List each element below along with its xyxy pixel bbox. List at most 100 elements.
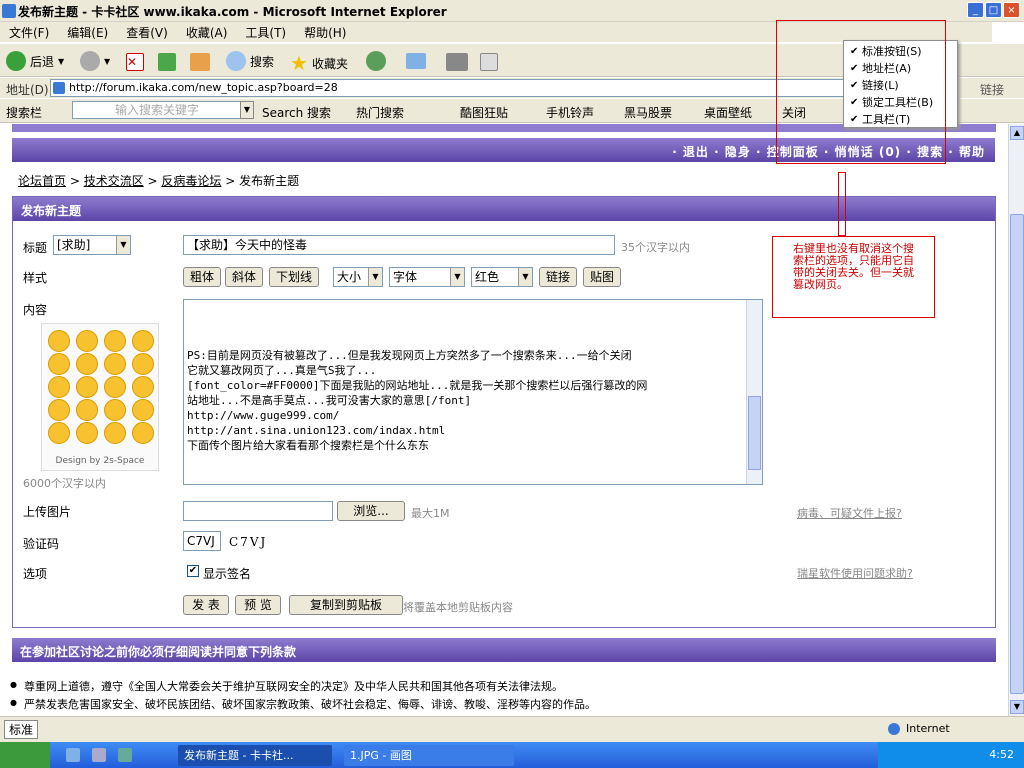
title-input[interactable]: 【求助】今天中的怪毒: [183, 235, 615, 255]
searchbar-dropdown-icon[interactable]: ▼: [240, 101, 254, 119]
ime-indicator[interactable]: 标准: [4, 720, 39, 739]
image-button[interactable]: 贴图: [583, 267, 621, 287]
title-label: 标题: [23, 241, 48, 255]
breadcrumb-antivirus[interactable]: 反病毒论坛: [161, 174, 221, 188]
quicklaunch-icon[interactable]: [92, 748, 106, 762]
emoticon-icon[interactable]: [104, 376, 126, 398]
chevron-down-icon: ▼: [518, 268, 532, 286]
title-prefix-select[interactable]: [求助] ▼: [53, 235, 131, 255]
searchbar-wallpaper[interactable]: 桌面壁纸: [704, 104, 752, 121]
emoticon-icon[interactable]: [132, 422, 154, 444]
textarea-scroll-thumb[interactable]: [748, 396, 761, 470]
menu-file[interactable]: 文件(F): [0, 22, 58, 43]
content-textarea[interactable]: PS:目前是网页没有被篡改了...但是我发现网页上方突然多了一个搜索条来...一…: [183, 299, 763, 485]
captcha-image: C7VJ: [229, 535, 268, 549]
maximize-button[interactable]: □: [985, 2, 1002, 18]
breadcrumb-tech[interactable]: 技术交流区: [84, 174, 144, 188]
breadcrumb-current: 发布新主题: [239, 174, 300, 188]
help-link[interactable]: 瑞星软件使用问题求助?: [797, 565, 913, 581]
preview-button[interactable]: 预 览: [235, 595, 281, 615]
rules-header: 在参加社区讨论之前你必须仔细阅读并同意下列条款: [12, 638, 996, 662]
stop-icon[interactable]: ✕: [126, 53, 144, 71]
print-icon[interactable]: [446, 53, 468, 71]
mail-icon[interactable]: [406, 53, 426, 69]
close-button[interactable]: ×: [1003, 2, 1020, 18]
emoticon-icon[interactable]: [104, 399, 126, 421]
emoticon-icon[interactable]: [76, 422, 98, 444]
emoticon-panel: Design by 2s-Space: [41, 323, 159, 471]
emoticon-caption: Design by 2s-Space: [55, 456, 145, 466]
italic-button[interactable]: 斜体: [225, 267, 263, 287]
quicklaunch-icon[interactable]: [118, 748, 132, 762]
submit-button[interactable]: 发 表: [183, 595, 229, 615]
emoticon-icon[interactable]: [132, 353, 154, 375]
form-title: 发布新主题: [13, 197, 995, 221]
searchbar-input[interactable]: 输入搜索关键字: [72, 101, 242, 119]
emoticon-icon[interactable]: [104, 422, 126, 444]
emoticon-icon[interactable]: [48, 422, 70, 444]
textarea-scrollbar[interactable]: [746, 300, 762, 484]
emoticon-icon[interactable]: [76, 376, 98, 398]
bold-button[interactable]: 粗体: [183, 267, 221, 287]
page-scrollbar[interactable]: ▲ ▼: [1008, 124, 1024, 716]
favorites-button[interactable]: ★ 收藏夹: [290, 51, 348, 75]
menu-help[interactable]: 帮助(H): [295, 22, 355, 43]
font-select[interactable]: 字体 ▼: [389, 267, 465, 287]
searchbar-stocks[interactable]: 黑马股票: [624, 104, 672, 121]
title-hint: 35个汉字以内: [621, 241, 690, 254]
history-icon[interactable]: [366, 51, 386, 71]
home-icon[interactable]: [190, 53, 210, 71]
upload-path-input[interactable]: [183, 501, 333, 521]
emoticon-icon[interactable]: [48, 399, 70, 421]
report-link[interactable]: 病毒、可疑文件上报?: [797, 505, 902, 521]
edit-icon[interactable]: [480, 53, 498, 71]
menu-favorites[interactable]: 收藏(A): [177, 22, 237, 43]
emoticon-icon[interactable]: [48, 376, 70, 398]
searchbar-search-button[interactable]: Search 搜索: [262, 104, 331, 121]
color-select[interactable]: 红色 ▼: [471, 267, 533, 287]
captcha-input[interactable]: C7VJ: [183, 531, 221, 551]
search-button[interactable]: 搜索: [226, 51, 274, 71]
emoticon-icon[interactable]: [48, 353, 70, 375]
windows-logo-icon: [992, 22, 1024, 42]
link-button[interactable]: 链接: [539, 267, 577, 287]
emoticon-icon[interactable]: [48, 330, 70, 352]
searchbar-cool-pics[interactable]: 酷图狂贴: [460, 104, 508, 121]
links-label[interactable]: 链接: [980, 81, 1004, 98]
task-paint[interactable]: 1.JPG - 画图: [344, 745, 514, 766]
back-button[interactable]: 后退 ▼: [6, 51, 64, 71]
browse-button[interactable]: 浏览...: [337, 501, 405, 521]
refresh-icon[interactable]: [158, 53, 176, 71]
emoticon-icon[interactable]: [132, 330, 154, 352]
task-ie[interactable]: 发布新主题 - 卡卡社...: [178, 745, 332, 766]
emoticon-icon[interactable]: [76, 353, 98, 375]
start-button[interactable]: [0, 742, 50, 768]
copy-clipboard-button[interactable]: 复制到剪贴板: [289, 595, 403, 615]
breadcrumb-home[interactable]: 论坛首页: [18, 174, 66, 188]
status-bar: 标准 Internet: [0, 716, 1024, 742]
scroll-up-icon[interactable]: ▲: [1010, 126, 1024, 140]
emoticon-icon[interactable]: [104, 353, 126, 375]
underline-button[interactable]: 下划线: [269, 267, 319, 287]
size-select[interactable]: 大小 ▼: [333, 267, 383, 287]
emoticon-icon[interactable]: [76, 399, 98, 421]
signature-label[interactable]: 显示签名: [203, 565, 251, 582]
emoticon-icon[interactable]: [76, 330, 98, 352]
searchbar-hot-search[interactable]: 热门搜索: [356, 104, 404, 121]
minimize-button[interactable]: _: [967, 2, 984, 18]
ie-quicklaunch-icon[interactable]: [66, 748, 80, 762]
menu-view[interactable]: 查看(V): [117, 22, 177, 43]
forward-button[interactable]: ▼: [80, 51, 110, 71]
emoticon-icon[interactable]: [132, 399, 154, 421]
searchbar-ringtones[interactable]: 手机铃声: [546, 104, 594, 121]
page-scroll-thumb[interactable]: [1010, 214, 1024, 694]
menu-edit[interactable]: 编辑(E): [58, 22, 117, 43]
scroll-down-icon[interactable]: ▼: [1010, 700, 1024, 714]
emoticon-icon[interactable]: [132, 376, 154, 398]
signature-checkbox[interactable]: ✔: [187, 565, 199, 577]
menu-tools[interactable]: 工具(T): [236, 22, 295, 43]
system-tray: 4:52: [878, 742, 1024, 768]
window-title: 发布新主题 - 卡卡社区 www.ikaka.com - Microsoft I…: [18, 5, 447, 19]
emoticon-icon[interactable]: [104, 330, 126, 352]
breadcrumb: 论坛首页 > 技术交流区 > 反病毒论坛 > 发布新主题: [18, 174, 300, 188]
